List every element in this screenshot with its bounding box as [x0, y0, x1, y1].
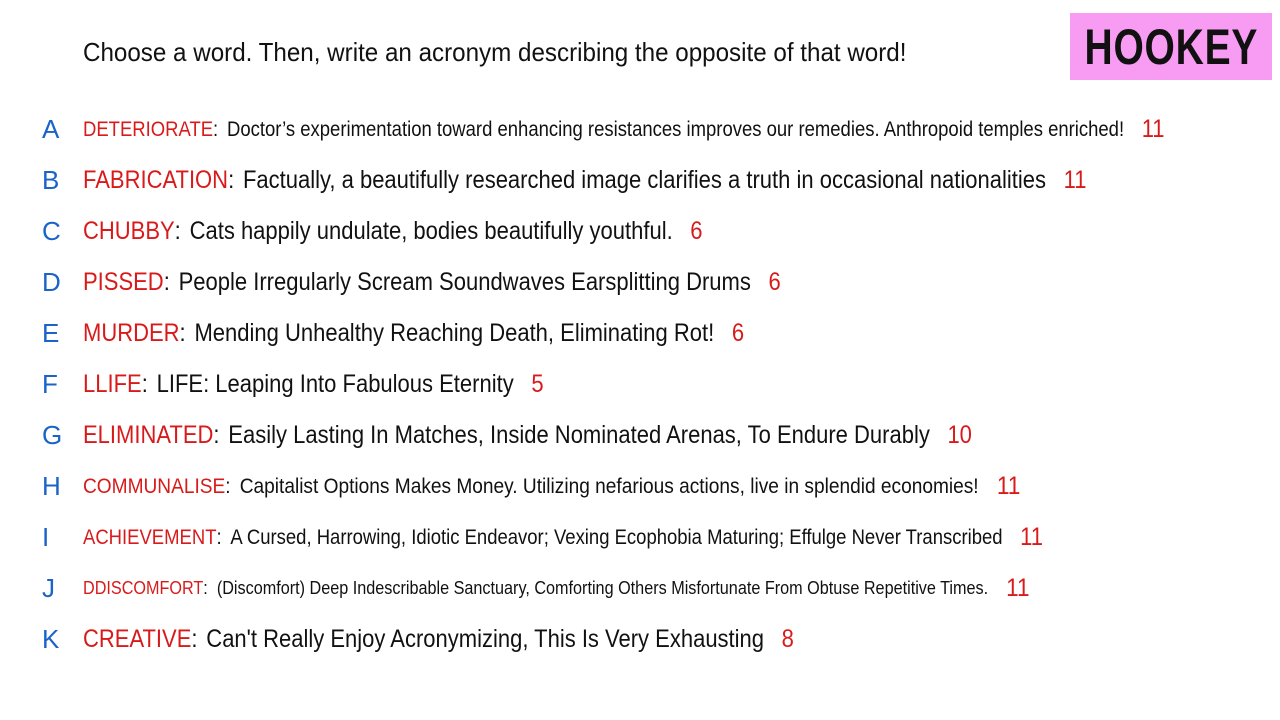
answer-row-d[interactable]: D PISSED: People Irregularly Scream Soun…: [0, 257, 1280, 308]
option-letter: I: [42, 522, 50, 552]
answer-row-k[interactable]: K CREATIVE: Can't Really Enjoy Acronymiz…: [0, 614, 1280, 665]
letter-count: 6: [690, 217, 703, 245]
colon: :: [203, 578, 208, 598]
answer-acronym: Capitalist Options Makes Money. Utilizin…: [239, 474, 979, 498]
answer-word: DDISCOMFORT: [83, 578, 204, 598]
answer-word: LLIFE: [83, 370, 142, 398]
answer-word: ELIMINATED: [83, 421, 214, 449]
answer-content: CREATIVE: Can't Really Enjoy Acronymizin…: [83, 614, 794, 665]
answer-content: ACHIEVEMENT: A Cursed, Harrowing, Idioti…: [83, 512, 1043, 563]
answer-content: COMMUNALISE: Capitalist Options Makes Mo…: [83, 461, 1020, 512]
answer-acronym: People Irregularly Scream Soundwaves Ear…: [178, 268, 751, 296]
option-letter: E: [42, 318, 60, 348]
letter-count: 11: [996, 472, 1021, 500]
colon: :: [179, 319, 186, 347]
answer-content: MURDER: Mending Unhealthy Reaching Death…: [83, 308, 744, 359]
letter-count: 10: [947, 421, 972, 449]
hookey-logo: HOOKEY: [1070, 13, 1272, 80]
answer-word: PISSED: [83, 268, 164, 296]
answer-content: DDISCOMFORT: (Discomfort) Deep Indescrib…: [83, 563, 1029, 614]
answer-content: PISSED: People Irregularly Scream Soundw…: [83, 257, 781, 308]
answer-word: ACHIEVEMENT: [83, 525, 217, 549]
letter-count: 11: [1063, 166, 1087, 194]
answer-content: DETERIORATE: Doctor’s experimentation to…: [83, 104, 1165, 155]
answer-content: ELIMINATED: Easily Lasting In Matches, I…: [83, 410, 972, 461]
letter-count: 6: [731, 319, 745, 347]
colon: :: [213, 421, 220, 449]
answer-word: CREATIVE: [83, 625, 192, 653]
option-letter: H: [42, 471, 61, 501]
answer-acronym: LIFE: Leaping Into Fabulous Eternity: [156, 370, 514, 398]
answer-content: LLIFE: LIFE: Leaping Into Fabulous Etern…: [83, 359, 544, 410]
answer-word: CHUBBY: [83, 217, 175, 245]
answer-row-j[interactable]: J DDISCOMFORT: (Discomfort) Deep Indescr…: [0, 563, 1280, 614]
answer-acronym: Doctor’s experimentation toward enhancin…: [227, 117, 1125, 141]
colon: :: [174, 217, 181, 245]
answer-content: CHUBBY: Cats happily undulate, bodies be…: [83, 206, 703, 257]
colon: :: [191, 625, 198, 653]
option-letter: C: [42, 216, 61, 246]
letter-count: 11: [1006, 574, 1030, 602]
option-letter: G: [42, 420, 63, 450]
answer-acronym: A Cursed, Harrowing, Idiotic Endeavor; V…: [230, 525, 1003, 549]
answer-row-f[interactable]: F LLIFE: LIFE: Leaping Into Fabulous Ete…: [0, 359, 1280, 410]
answer-row-g[interactable]: G ELIMINATED: Easily Lasting In Matches,…: [0, 410, 1280, 461]
colon: :: [225, 474, 231, 498]
answer-word: DETERIORATE: [83, 117, 214, 141]
letter-count: 11: [1020, 523, 1043, 551]
answer-row-e[interactable]: E MURDER: Mending Unhealthy Reaching Dea…: [0, 308, 1280, 359]
answer-acronym: Mending Unhealthy Reaching Death, Elimin…: [194, 319, 715, 347]
answer-acronym: Factually, a beautifully researched imag…: [242, 166, 1046, 194]
letter-count: 8: [781, 625, 794, 653]
letter-count: 6: [768, 268, 781, 296]
option-letter: D: [42, 267, 61, 297]
answer-acronym: Cats happily undulate, bodies beautifull…: [189, 217, 673, 245]
colon: :: [163, 268, 170, 296]
option-letter: F: [42, 369, 58, 399]
answer-word: MURDER: [83, 319, 180, 347]
answer-acronym: (Discomfort) Deep Indescribable Sanctuar…: [216, 578, 989, 598]
answer-acronym: Easily Lasting In Matches, Inside Nomina…: [228, 421, 930, 449]
option-letter: K: [42, 624, 60, 654]
answer-row-i[interactable]: I ACHIEVEMENT: A Cursed, Harrowing, Idio…: [0, 512, 1280, 563]
answer-acronym: Can't Really Enjoy Acronymizing, This Is…: [206, 625, 765, 653]
option-letter: J: [42, 573, 55, 603]
answer-word: FABRICATION: [83, 166, 229, 194]
instructions-text: Choose a word. Then, write an acronym de…: [83, 37, 907, 67]
hookey-logo-text: HOOKEY: [1084, 18, 1258, 75]
answer-row-h[interactable]: H COMMUNALISE: Capitalist Options Makes …: [0, 461, 1280, 512]
letter-count: 11: [1141, 115, 1165, 143]
option-letter: A: [42, 114, 60, 144]
colon: :: [228, 166, 235, 194]
letter-count: 5: [531, 370, 544, 398]
answer-word: COMMUNALISE: [83, 474, 226, 498]
colon: :: [216, 525, 222, 549]
colon: :: [213, 117, 219, 141]
answer-row-a[interactable]: A DETERIORATE: Doctor’s experimentation …: [0, 104, 1280, 155]
answer-row-c[interactable]: C CHUBBY: Cats happily undulate, bodies …: [0, 206, 1280, 257]
colon: :: [141, 370, 148, 398]
answer-content: FABRICATION: Factually, a beautifully re…: [83, 155, 1086, 206]
answer-row-b[interactable]: B FABRICATION: Factually, a beautifully …: [0, 155, 1280, 206]
option-letter: B: [42, 165, 60, 195]
